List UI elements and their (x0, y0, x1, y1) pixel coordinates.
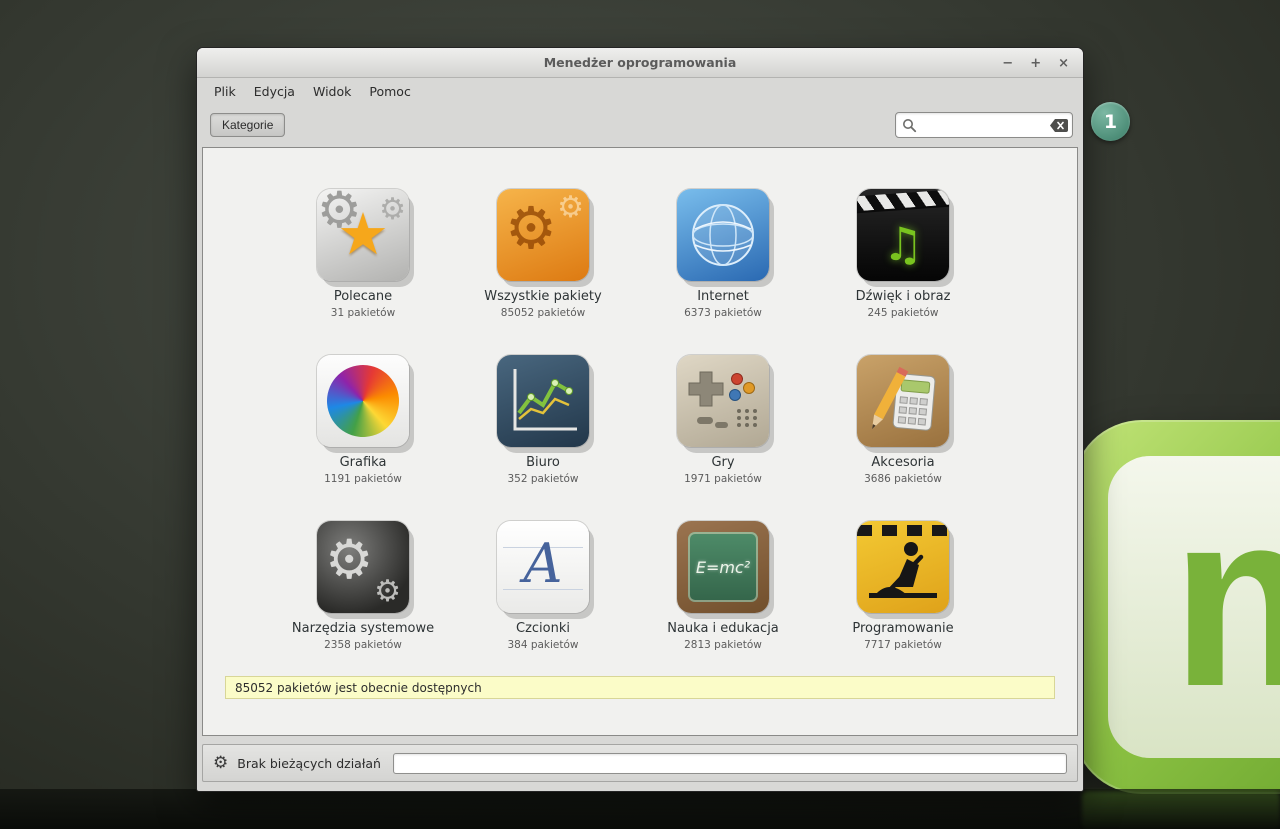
all-packages-icon: ⚙ ⚙ (497, 189, 589, 281)
search-input[interactable] (917, 115, 1050, 135)
formula-text: E=mc² (695, 557, 751, 577)
software-manager-window: Menedżer oprogramowania − + × Plik Edycj… (196, 47, 1084, 792)
menubar: Plik Edycja Widok Pomoc (197, 78, 1083, 104)
category-name: Biuro (526, 455, 560, 470)
infobar-text: 85052 pakietów jest obecnie dostępnych (235, 680, 482, 695)
color-wheel (317, 355, 409, 447)
close-button[interactable]: × (1058, 57, 1069, 70)
accessories-icon (857, 355, 949, 447)
category-tile-graphics[interactable]: Grafika 1191 pakietów (273, 355, 453, 521)
window-controls: − + × (1002, 48, 1069, 78)
category-count: 1191 pakietów (324, 473, 402, 485)
category-count: 3686 pakietów (864, 473, 942, 485)
sound-video-icon: ♫ (857, 189, 949, 281)
music-note-icon: ♫ (882, 217, 924, 271)
annotation-badge: 1 (1091, 102, 1130, 141)
category-tile-programming[interactable]: Programowanie 7717 pakietów (813, 521, 993, 687)
category-count: 245 pakietów (867, 307, 939, 319)
category-tile-all-packages[interactable]: ⚙ ⚙ Wszystkie pakiety 85052 pakietów (453, 189, 633, 355)
progress-bar (392, 752, 1067, 774)
category-tile-games[interactable]: Gry 1971 pakietów (633, 355, 813, 521)
category-name: Gry (711, 455, 735, 470)
mint-logo-letter: m (1072, 402, 1280, 794)
category-tile-featured[interactable]: ⚙ ⚙ ★ Polecane 31 pakietów (273, 189, 453, 355)
star-icon: ★ (337, 200, 389, 268)
category-name: Polecane (333, 289, 393, 304)
category-tile-office[interactable]: Biuro 352 pakietów (453, 355, 633, 521)
category-count: 2358 pakietów (324, 639, 402, 651)
categories-button[interactable]: Kategorie (210, 113, 286, 137)
category-grid: ⚙ ⚙ ★ Polecane 31 pakietów ⚙ ⚙ Wszystkie… (273, 189, 993, 687)
gear-icon: ⚙ (505, 194, 557, 262)
education-chalkboard-icon: E=mc² (677, 521, 769, 613)
gamepad-icon (677, 355, 769, 447)
category-tile-fonts[interactable]: A Czcionki 384 pakietów (453, 521, 633, 687)
category-count: 352 pakietów (507, 473, 579, 485)
category-tile-sound-video[interactable]: ♫ Dźwięk i obraz 245 pakietów (813, 189, 993, 355)
menu-view[interactable]: Widok (306, 81, 358, 102)
menu-edit[interactable]: Edycja (247, 81, 302, 102)
clear-search-icon[interactable] (1050, 118, 1068, 132)
category-count: 6373 pakietów (684, 307, 762, 319)
fonts-icon: A (497, 521, 589, 613)
minimize-button[interactable]: − (1002, 57, 1013, 70)
menu-help[interactable]: Pomoc (362, 81, 417, 102)
letter-a-glyph: A (523, 532, 563, 595)
featured-icon: ⚙ ⚙ ★ (317, 189, 409, 281)
hazard-marks (857, 525, 949, 536)
maximize-button[interactable]: + (1030, 57, 1041, 70)
window-title: Menedżer oprogramowania (543, 55, 737, 70)
category-name: Nauka i edukacja (667, 621, 779, 636)
category-name: Programowanie (852, 621, 954, 636)
category-name: Internet (697, 289, 749, 304)
category-count: 7717 pakietów (864, 639, 942, 651)
gear-icon: ⚙ (557, 190, 584, 225)
category-tile-education[interactable]: E=mc² Nauka i edukacja 2813 pakietów (633, 521, 813, 687)
category-count: 384 pakietów (507, 639, 579, 651)
search-entry (895, 112, 1073, 138)
status-text: Brak bieżących działań (237, 755, 381, 771)
category-tile-system-tools[interactable]: ⚙ ⚙ Narzędzia systemowe 2358 pakietów (273, 521, 453, 687)
system-tools-icon: ⚙ ⚙ (317, 521, 409, 613)
category-view: ⚙ ⚙ ★ Polecane 31 pakietów ⚙ ⚙ Wszystkie… (202, 147, 1078, 736)
clapperboard-stripes (857, 189, 949, 214)
desktop: { "desktop": { "badge": "1", "logo_lette… (0, 0, 1280, 829)
category-name: Wszystkie pakiety (484, 289, 602, 304)
statusbar: ⚙ Brak bieżących działań (202, 744, 1078, 782)
category-count: 2813 pakietów (684, 639, 762, 651)
category-tile-internet[interactable]: Internet 6373 pakietów (633, 189, 813, 355)
mint-logo: m (1072, 420, 1280, 794)
category-name: Czcionki (516, 621, 570, 636)
office-chart-icon (497, 355, 589, 447)
category-tile-accessories[interactable]: Akcesoria 3686 pakietów (813, 355, 993, 521)
gear-icon: ⚙ (213, 753, 229, 773)
titlebar[interactable]: Menedżer oprogramowania − + × (197, 48, 1083, 78)
search-icon (902, 118, 917, 133)
gear-icon: ⚙ (374, 574, 401, 609)
toolbar: Kategorie (197, 104, 1083, 147)
category-name: Grafika (339, 455, 387, 470)
infobar: 85052 pakietów jest obecnie dostępnych (225, 676, 1055, 699)
category-count: 31 pakietów (330, 307, 396, 319)
graphics-pinwheel-icon (317, 355, 409, 447)
menu-file[interactable]: Plik (207, 81, 243, 102)
programming-icon (857, 521, 949, 613)
category-name: Narzędzia systemowe (291, 621, 435, 636)
category-count: 1971 pakietów (684, 473, 762, 485)
category-count: 85052 pakietów (500, 307, 586, 319)
gear-icon: ⚙ (325, 528, 374, 591)
category-name: Dźwięk i obraz (855, 289, 951, 304)
category-name: Akcesoria (871, 455, 935, 470)
internet-globe-icon (677, 189, 769, 281)
chalkboard: E=mc² (688, 532, 758, 602)
mint-logo-reflection (1082, 791, 1280, 829)
